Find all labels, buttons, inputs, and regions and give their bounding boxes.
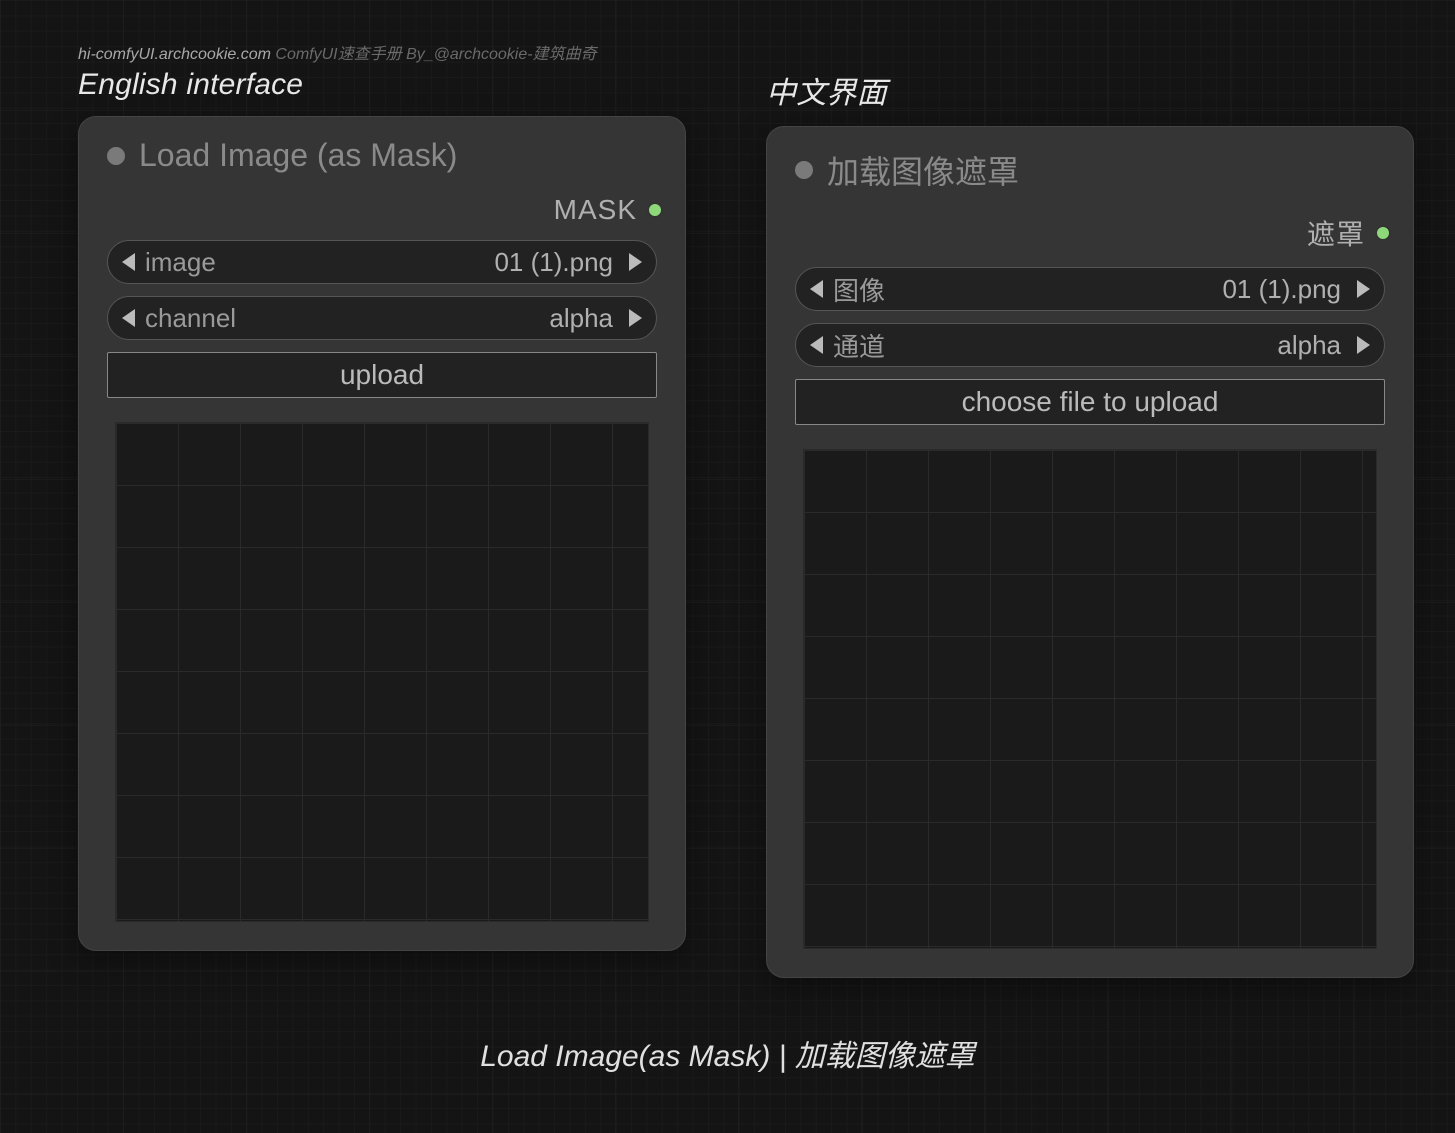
output-port-icon[interactable] xyxy=(1375,225,1391,241)
image-selector[interactable]: 图像 01 (1).png xyxy=(795,267,1385,311)
node-title: 加载图像遮罩 xyxy=(827,147,1019,193)
image-selector-value: 01 (1).png xyxy=(1222,274,1341,305)
output-row: 遮罩 xyxy=(767,207,1413,267)
node-header[interactable]: 加载图像遮罩 xyxy=(767,127,1413,207)
chevron-left-icon[interactable] xyxy=(810,336,823,354)
output-label-mask: MASK xyxy=(554,194,637,226)
output-row: MASK xyxy=(79,188,685,240)
node-card-english[interactable]: Load Image (as Mask) MASK image 01 (1).p… xyxy=(78,116,686,951)
node-card-chinese[interactable]: 加载图像遮罩 遮罩 图像 01 (1).png 通道 xyxy=(766,126,1414,978)
channel-selector[interactable]: channel alpha xyxy=(107,296,657,340)
chevron-right-icon[interactable] xyxy=(1357,336,1370,354)
collapse-dot-icon[interactable] xyxy=(795,161,813,179)
channel-selector-label: channel xyxy=(145,303,236,334)
upload-button[interactable]: choose file to upload xyxy=(795,379,1385,425)
output-label-mask: 遮罩 xyxy=(1307,213,1365,253)
chinese-section-label: 中文界面 xyxy=(766,68,1414,112)
preview-area xyxy=(115,422,649,922)
collapse-dot-icon[interactable] xyxy=(107,147,125,165)
chinese-column: 中文界面 加载图像遮罩 遮罩 图像 01 (1).png xyxy=(766,68,1414,978)
node-title: Load Image (as Mask) xyxy=(139,137,457,174)
preview-area xyxy=(803,449,1377,949)
upload-button-label: choose file to upload xyxy=(962,386,1219,418)
channel-selector-value: alpha xyxy=(1277,330,1341,361)
image-selector-label: 图像 xyxy=(833,271,885,308)
image-selector-label: image xyxy=(145,247,216,278)
channel-selector[interactable]: 通道 alpha xyxy=(795,323,1385,367)
channel-selector-value: alpha xyxy=(549,303,613,334)
watermark-site: hi-comfyUI.archcookie.com xyxy=(78,46,271,63)
english-column: English interface Load Image (as Mask) M… xyxy=(78,68,686,978)
chevron-right-icon[interactable] xyxy=(629,253,642,271)
node-header[interactable]: Load Image (as Mask) xyxy=(79,117,685,188)
upload-button[interactable]: upload xyxy=(107,352,657,398)
chevron-right-icon[interactable] xyxy=(1357,280,1370,298)
chevron-left-icon[interactable] xyxy=(122,309,135,327)
channel-selector-label: 通道 xyxy=(833,327,885,364)
chevron-right-icon[interactable] xyxy=(629,309,642,327)
image-selector[interactable]: image 01 (1).png xyxy=(107,240,657,284)
output-port-icon[interactable] xyxy=(647,202,663,218)
image-selector-value: 01 (1).png xyxy=(494,247,613,278)
upload-button-label: upload xyxy=(340,359,424,391)
chevron-left-icon[interactable] xyxy=(122,253,135,271)
watermark-text: hi-comfyUI.archcookie.com ComfyUI速查手册 By… xyxy=(78,40,1377,64)
chevron-left-icon[interactable] xyxy=(810,280,823,298)
page-caption: Load Image(as Mask) | 加载图像遮罩 xyxy=(0,1031,1455,1075)
watermark-rest: ComfyUI速查手册 By_@archcookie-建筑曲奇 xyxy=(271,46,597,63)
english-section-label: English interface xyxy=(78,68,686,102)
